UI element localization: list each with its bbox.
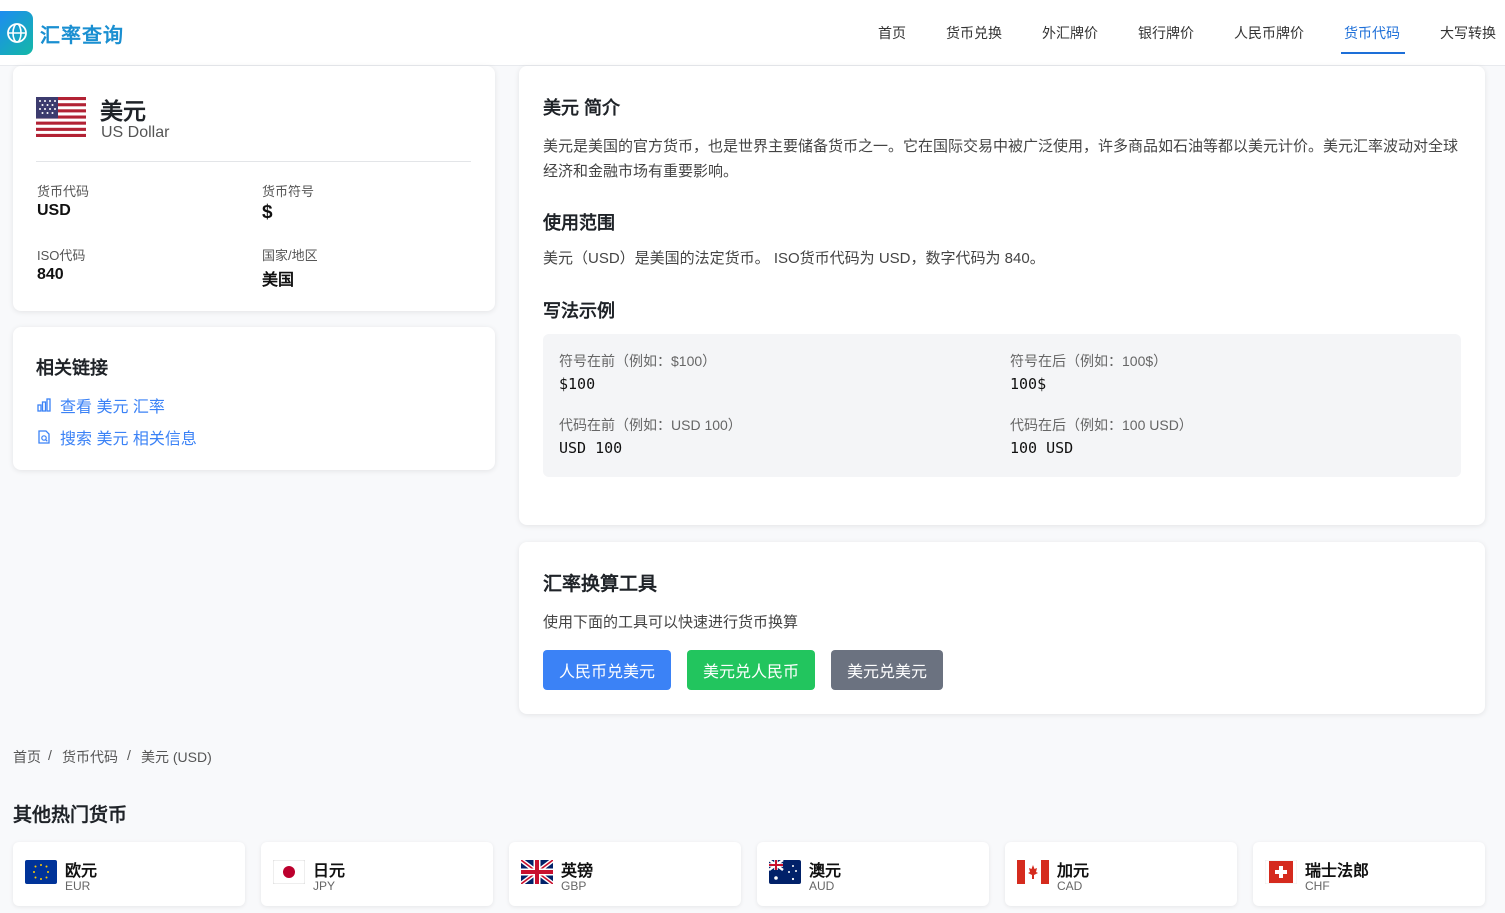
nav-currency-codes[interactable]: 货币代码 [1344,23,1400,43]
nav-home[interactable]: 首页 [878,23,906,43]
search-info-link-label: 搜索 美元 相关信息 [60,431,197,448]
popular-currency-code: AUD [809,879,835,893]
cny-to-usd-button[interactable]: 人民币兑美元 [543,650,671,690]
popular-currency-gbp[interactable]: 英镑 GBP [509,842,741,906]
popular-currency-aud[interactable]: 澳元 AUD [757,842,989,906]
popular-currency-name: 加元 [1057,863,1090,880]
tool-title: 汇率换算工具 [543,574,658,595]
popular-currency-name: 澳元 [809,863,842,880]
example-value: 100 USD [1010,439,1074,457]
currency-code-value: USD [37,202,71,219]
site-logo[interactable]: 汇率查询 [0,11,124,55]
popular-currency-cad[interactable]: 加元 CAD [1005,842,1237,906]
example-label: 符号在后（例如：100$） [1010,353,1168,369]
eu-flag-icon [25,860,57,886]
popular-currency-jpy[interactable]: 日元 JPY [261,842,493,906]
nav-uppercase-convert[interactable]: 大写转换 [1440,23,1496,43]
nav-active-underline [1341,52,1405,54]
divider [36,161,471,162]
ca-flag-icon [1017,860,1049,886]
breadcrumb-separator: / [127,747,131,763]
country-label: 国家/地区 [262,248,318,263]
popular-currency-name: 日元 [313,863,346,880]
currency-symbol-label: 货币符号 [262,184,315,199]
examples-title: 写法示例 [543,301,615,321]
usd-to-cny-button[interactable]: 美元兑人民币 [687,650,815,690]
breadcrumb-currency-codes[interactable]: 货币代码 [62,747,118,767]
bar-chart-icon [37,398,51,412]
iso-code-label: ISO代码 [37,248,86,263]
logo-text: 汇率查询 [40,24,124,47]
nav-currency-exchange[interactable]: 货币兑换 [946,23,1002,43]
example-value: 100$ [1010,375,1047,393]
nav-forex-rates[interactable]: 外汇牌价 [1042,23,1098,43]
currency-symbol-value: $ [262,202,273,223]
popular-currency-code: CHF [1305,879,1330,893]
popular-currency-name: 英镑 [561,863,594,880]
globe-icon [0,11,33,55]
search-info-link[interactable]: 搜索 美元 相关信息 [37,425,197,449]
popular-currency-name: 欧元 [65,863,98,880]
jp-flag-icon [272,859,306,886]
currency-code-label: 货币代码 [37,184,90,199]
popular-currency-code: CAD [1057,879,1083,893]
popular-currency-code: JPY [313,879,336,893]
iso-code-value: 840 [37,266,64,283]
usage-title: 使用范围 [543,213,615,233]
popular-currency-name: 瑞士法郎 [1305,863,1370,880]
country-value: 美国 [262,272,295,289]
currency-name: 美元 [100,98,146,124]
popular-currencies-title: 其他热门货币 [13,805,128,826]
ch-flag-icon [1264,859,1298,886]
usd-to-usd-button[interactable]: 美元兑美元 [831,650,943,690]
breadcrumb-separator: / [48,747,52,763]
example-value: $100 [559,375,596,393]
view-rate-link[interactable]: 查看 美元 汇率 [37,393,165,417]
popular-currency-chf[interactable]: 瑞士法郎 CHF [1253,842,1485,906]
related-links-title: 相关链接 [36,358,108,378]
document-search-icon [38,430,50,444]
usage-text: 美元（USD）是美国的法定货币。 ISO货币代码为 USD，数字代码为 840。 [543,250,1045,267]
popular-currency-code: GBP [561,879,587,893]
gb-flag-icon [519,858,555,886]
currency-english-name: US Dollar [101,124,170,141]
au-flag-icon [768,858,801,886]
nav-rmb-rates[interactable]: 人民币牌价 [1234,23,1304,43]
popular-currency-code: EUR [65,879,91,893]
intro-title: 美元 简介 [543,98,621,118]
nav-bank-rates[interactable]: 银行牌价 [1138,23,1194,43]
tool-subtitle: 使用下面的工具可以快速进行货币换算 [543,614,799,631]
example-value: USD 100 [559,439,623,457]
breadcrumb-current: 美元 (USD) [141,749,212,765]
example-label: 代码在前（例如：USD 100） [559,417,742,433]
popular-currency-eur[interactable]: 欧元 EUR [13,842,245,906]
us-flag-icon [36,95,86,139]
example-label: 符号在前（例如：$100） [559,353,717,369]
top-header: 汇率查询 首页 货币兑换 外汇牌价 银行牌价 人民币牌价 货币代码 大写转换 [0,0,1505,66]
breadcrumb-home[interactable]: 首页 [13,747,41,767]
intro-description: 美元是美国的官方货币，也是世界主要储备货币之一。它在国际交易中被广泛使用，许多商… [543,138,1459,180]
example-label: 代码在后（例如：100 USD） [1010,417,1193,433]
view-rate-link-label: 查看 美元 汇率 [60,399,165,416]
